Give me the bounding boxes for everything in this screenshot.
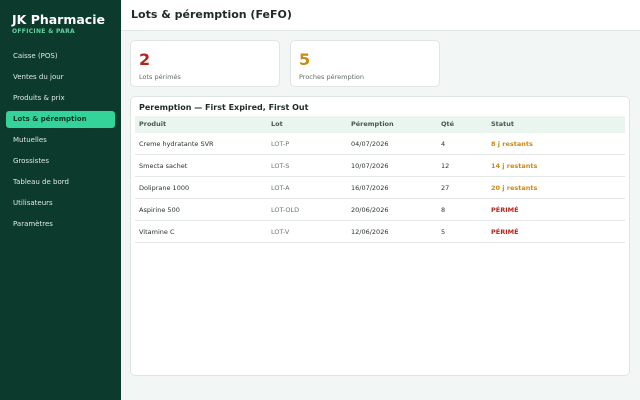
- expiry-panel: Peremption — First Expired, First Out Pr…: [130, 96, 630, 376]
- cell-expiry: 04/07/2026: [351, 140, 389, 148]
- table-row[interactable]: Smecta sachet LOT-S 10/07/2026 12 14 j r…: [135, 155, 625, 177]
- cell-product: Creme hydratante SVR: [139, 140, 214, 148]
- stat-expired-value: 2: [139, 50, 151, 69]
- status-badge: PÉRIMÉ: [491, 228, 519, 236]
- cell-product: Smecta sachet: [139, 162, 188, 170]
- sidebar-item-products[interactable]: Produits & prix: [6, 90, 115, 107]
- stat-expired-label: Lots périmés: [139, 73, 181, 81]
- cell-qty: 5: [441, 228, 446, 236]
- table-row[interactable]: Creme hydratante SVR LOT-P 04/07/2026 4 …: [135, 133, 625, 155]
- sidebar-item-users[interactable]: Utilisateurs: [6, 195, 115, 212]
- brand-name: JK Pharmacie: [12, 12, 105, 27]
- sidebar-item-mutuelles[interactable]: Mutuelles: [6, 132, 115, 149]
- table-header: Produit Lot Péremption Qté Statut: [135, 116, 625, 133]
- cell-product: Vitamine C: [139, 228, 175, 236]
- cell-lot: LOT-P: [271, 140, 290, 148]
- column-header-status: Statut: [491, 120, 515, 128]
- table-row[interactable]: Doliprane 1000 LOT-A 16/07/2026 27 20 j …: [135, 177, 625, 199]
- table-row[interactable]: Aspirine 500 LOT-OLD 20/06/2026 8 PÉRIMÉ: [135, 199, 625, 221]
- column-header-product: Produit: [139, 120, 167, 128]
- sidebar-item-grossistes[interactable]: Grossistes: [6, 153, 115, 170]
- status-badge: 8 j restants: [491, 140, 533, 148]
- cell-product: Aspirine 500: [139, 206, 180, 214]
- page-title: Lots & péremption (FeFO): [131, 8, 292, 21]
- column-header-lot: Lot: [271, 120, 283, 128]
- status-badge: 20 j restants: [491, 184, 538, 192]
- cell-lot: LOT-V: [271, 228, 290, 236]
- stat-near-expiry-value: 5: [299, 50, 311, 69]
- cell-expiry: 12/06/2026: [351, 228, 389, 236]
- sidebar-item-dashboard[interactable]: Tableau de bord: [6, 174, 115, 191]
- cell-lot: LOT-S: [271, 162, 290, 170]
- cell-qty: 4: [441, 140, 446, 148]
- table-body: Creme hydratante SVR LOT-P 04/07/2026 4 …: [135, 133, 625, 243]
- cell-qty: 27: [441, 184, 450, 192]
- status-badge: 14 j restants: [491, 162, 538, 170]
- cell-lot: LOT-OLD: [271, 206, 300, 214]
- cell-lot: LOT-A: [271, 184, 290, 192]
- panel-title: Peremption — First Expired, First Out: [139, 103, 309, 112]
- sidebar-item-settings[interactable]: Paramètres: [6, 216, 115, 233]
- stat-card-near-expiry: 5 Proches péremption: [290, 40, 440, 87]
- cell-qty: 12: [441, 162, 450, 170]
- sidebar-item-daily-sales[interactable]: Ventes du jour: [6, 69, 115, 86]
- top-bar: Lots & péremption (FeFO): [121, 0, 640, 31]
- stat-card-expired: 2 Lots périmés: [130, 40, 280, 87]
- sidebar-item-pos[interactable]: Caisse (POS): [6, 48, 115, 65]
- main-content: Lots & péremption (FeFO) 2 Lots périmés …: [121, 0, 640, 400]
- sidebar: JK Pharmacie OFFICINE & PARA Caisse (POS…: [0, 0, 121, 400]
- column-header-expiry: Péremption: [351, 120, 394, 128]
- table-row[interactable]: Vitamine C LOT-V 12/06/2026 5 PÉRIMÉ: [135, 221, 625, 243]
- stat-near-expiry-label: Proches péremption: [299, 73, 365, 81]
- cell-product: Doliprane 1000: [139, 184, 190, 192]
- cell-qty: 8: [441, 206, 446, 214]
- column-header-qty: Qté: [441, 120, 455, 128]
- sidebar-nav: Caisse (POS) Ventes du jour Produits & p…: [6, 48, 115, 237]
- sidebar-item-lots[interactable]: Lots & péremption: [6, 111, 115, 128]
- cell-expiry: 16/07/2026: [351, 184, 389, 192]
- status-badge: PÉRIMÉ: [491, 206, 519, 214]
- cell-expiry: 20/06/2026: [351, 206, 389, 214]
- cell-expiry: 10/07/2026: [351, 162, 389, 170]
- brand-subtitle: OFFICINE & PARA: [12, 28, 75, 35]
